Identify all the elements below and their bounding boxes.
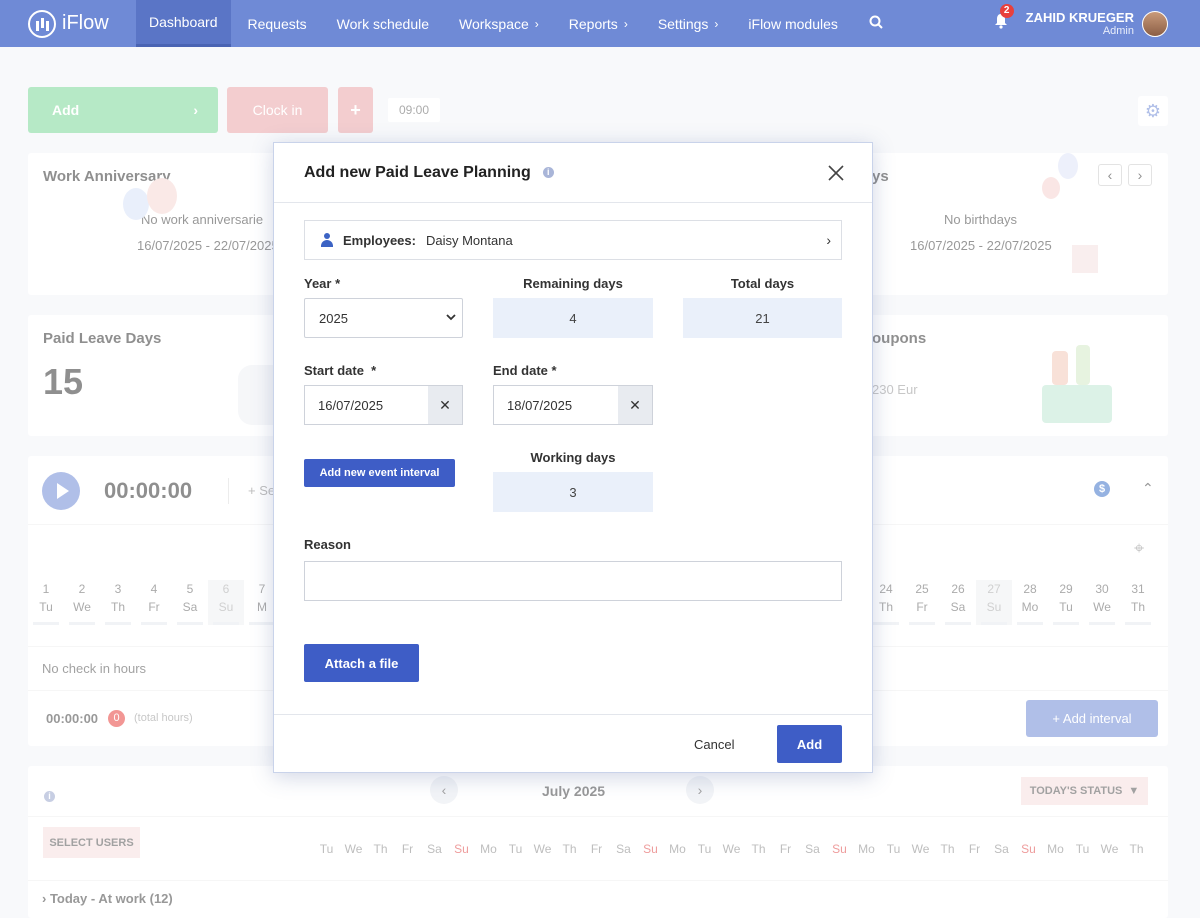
- modal-title: Add new Paid Leave Planning: [304, 163, 531, 181]
- chevron-right-icon: ›: [826, 232, 831, 248]
- chevron-right-icon: ›: [714, 16, 719, 31]
- modal-footer: Cancel Add: [274, 714, 872, 773]
- nav-item-label: Work schedule: [336, 15, 429, 32]
- nav-item-iflow-modules[interactable]: iFlow modules: [735, 0, 850, 47]
- nav-item-label: iFlow modules: [748, 15, 838, 32]
- nav-item-label: Requests: [247, 15, 307, 32]
- user-menu[interactable]: ZAHID KRUEGER Admin: [1026, 10, 1134, 37]
- start-date-value: 16/07/2025: [318, 397, 384, 413]
- brand-logo[interactable]: iFlow: [28, 9, 136, 38]
- chevron-down-icon: [446, 312, 456, 324]
- notification-count-badge: 2: [999, 4, 1014, 18]
- close-icon[interactable]: [828, 161, 844, 187]
- nav-item-work-schedule[interactable]: Work schedule: [324, 0, 442, 47]
- user-role: Admin: [1102, 25, 1134, 37]
- remaining-days-label: Remaining days: [523, 276, 623, 291]
- avatar[interactable]: [1142, 10, 1168, 37]
- top-navbar: iFlow Dashboard Requests Work schedule Work…: [0, 0, 1200, 47]
- add-new-event-interval-button[interactable]: Add new event interval: [304, 459, 455, 487]
- nav-menu: Dashboard Requests Work schedule Workspace ›…: [136, 0, 855, 47]
- year-select-value: 2025: [319, 310, 348, 326]
- year-select[interactable]: 2025: [304, 298, 463, 338]
- nav-item-settings[interactable]: Settings ›: [645, 0, 732, 47]
- clear-start-date-button[interactable]: ✕: [428, 386, 462, 424]
- cancel-button[interactable]: Cancel: [694, 737, 734, 752]
- user-icon: [321, 233, 333, 247]
- employees-label: Employees:: [343, 232, 416, 248]
- iflow-logo-icon: [28, 9, 56, 38]
- employees-value: Daisy Montana: [425, 232, 513, 248]
- start-date-input[interactable]: 16/07/2025 ✕: [304, 385, 463, 425]
- start-date-label: Start date *: [304, 363, 377, 378]
- total-days-label: Total days: [730, 276, 795, 291]
- user-name: ZAHID KRUEGER: [1025, 10, 1134, 25]
- nav-item-reports[interactable]: Reports ›: [556, 0, 641, 47]
- nav-item-label: Settings: [657, 15, 709, 32]
- reason-input[interactable]: [304, 561, 842, 601]
- end-date-label: End date *: [493, 363, 557, 378]
- nav-item-label: Reports: [568, 15, 618, 32]
- working-days-label: Working days: [530, 450, 616, 465]
- attach-file-button[interactable]: Attach a file: [304, 644, 419, 682]
- chevron-right-icon: ›: [534, 16, 539, 31]
- clear-end-date-button[interactable]: ✕: [618, 386, 652, 424]
- end-date-value: 18/07/2025: [507, 397, 573, 413]
- end-date-input[interactable]: 18/07/2025 ✕: [493, 385, 653, 425]
- year-label: Year *: [304, 276, 341, 291]
- nav-item-label: Workspace: [459, 15, 529, 32]
- nav-item-label: Dashboard: [149, 14, 218, 30]
- total-days-value: 21: [683, 298, 842, 338]
- nav-item-dashboard[interactable]: Dashboard: [136, 0, 231, 47]
- nav-item-requests[interactable]: Requests: [235, 0, 320, 47]
- chevron-right-icon: ›: [623, 16, 628, 31]
- brand-name: iFlow: [62, 12, 109, 34]
- reason-label: Reason: [304, 537, 351, 552]
- employees-selector[interactable]: Employees: Daisy Montana ›: [304, 220, 842, 260]
- working-days-value: 3: [493, 472, 653, 512]
- nav-item-workspace[interactable]: Workspace ›: [446, 0, 552, 47]
- modal-header: Add new Paid Leave Planning i: [274, 143, 872, 203]
- add-submit-button[interactable]: Add: [777, 725, 842, 763]
- notifications-bell-icon[interactable]: 2: [994, 4, 1014, 34]
- info-icon[interactable]: i: [542, 167, 554, 178]
- paid-leave-planning-modal: Add new Paid Leave Planning i Employees:…: [273, 142, 873, 773]
- search-icon[interactable]: [869, 15, 883, 33]
- remaining-days-value: 4: [493, 298, 653, 338]
